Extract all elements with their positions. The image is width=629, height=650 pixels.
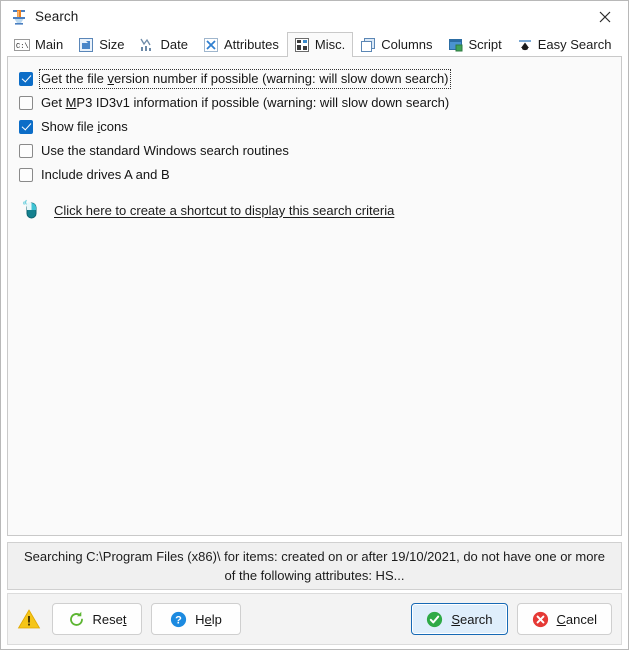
help-button-label: Help <box>195 611 222 627</box>
checkbox-row-file-version[interactable]: Get the file version number if possible … <box>18 67 611 91</box>
checkbox-row-standard-windows-search[interactable]: Use the standard Windows search routines <box>18 139 611 163</box>
tab-columns[interactable]: Columns <box>353 32 440 56</box>
cancel-button-label: Cancel <box>556 611 597 627</box>
size-icon <box>78 37 94 53</box>
svg-text:C:\: C:\ <box>16 43 29 51</box>
question-icon: ? <box>170 611 187 628</box>
tab-size[interactable]: Size <box>71 32 132 56</box>
script-icon <box>448 37 464 53</box>
checkbox-label-standard-windows-search: Use the standard Windows search routines <box>41 143 289 158</box>
cancel-circle-icon <box>532 611 549 628</box>
status-bar: Searching C:\Program Files (x86)\ for it… <box>7 542 622 590</box>
cancel-button[interactable]: Cancel <box>516 603 612 635</box>
tab-misc[interactable]: Misc. <box>286 32 354 57</box>
mouse-click-icon <box>20 199 42 221</box>
reset-button[interactable]: Reset <box>52 603 142 635</box>
console-icon: C:\ <box>14 37 30 53</box>
footer-bar: Reset ? Help Search Cancel <box>7 593 622 645</box>
refresh-icon <box>68 611 85 628</box>
svg-text:?: ? <box>175 614 182 626</box>
tab-label: Columns <box>381 37 433 52</box>
checkbox-include-drives-ab[interactable] <box>19 168 33 182</box>
misc-icon <box>294 37 310 53</box>
search-dialog-window: Search C:\ Main Size Date Attributes Mis… <box>0 0 629 650</box>
checkbox-row-show-file-icons[interactable]: Show file icons <box>18 115 611 139</box>
tab-label: Main <box>35 37 64 52</box>
checkbox-mp3-id3v1[interactable] <box>19 96 33 110</box>
tab-label: Misc. <box>314 37 346 52</box>
checkbox-file-version[interactable] <box>19 72 33 86</box>
tab-strip: C:\ Main Size Date Attributes Misc. Colu… <box>1 32 628 57</box>
create-shortcut-link[interactable]: Click here to create a shortcut to displ… <box>54 203 394 218</box>
tab-attributes[interactable]: Attributes <box>196 32 287 56</box>
tab-label: Size <box>99 37 125 52</box>
checkbox-label-show-file-icons: Show file icons <box>41 119 128 134</box>
search-button-label: Search <box>451 611 493 627</box>
close-icon[interactable] <box>582 1 628 32</box>
checkbox-label-mp3-id3v1: Get MP3 ID3v1 information if possible (w… <box>41 95 450 110</box>
window-title: Search <box>35 9 79 24</box>
title-bar: Search <box>1 1 628 32</box>
tab-script[interactable]: Script <box>441 32 510 56</box>
tab-label: Date <box>160 37 188 52</box>
date-chart-icon <box>139 37 155 53</box>
status-text: Searching C:\Program Files (x86)\ for it… <box>24 549 605 583</box>
search-app-icon <box>10 8 28 26</box>
easy-search-icon <box>517 37 533 53</box>
checkbox-row-include-drives-ab[interactable]: Include drives A and B <box>18 163 611 187</box>
misc-options-panel: Get the file version number if possible … <box>7 56 622 536</box>
warning-triangle-icon <box>17 607 41 631</box>
search-button[interactable]: Search <box>411 603 508 635</box>
columns-icon <box>360 37 376 53</box>
tab-date[interactable]: Date <box>132 32 195 56</box>
checkbox-standard-windows-search[interactable] <box>19 144 33 158</box>
checkbox-label-file-version: Get the file version number if possible … <box>41 71 449 86</box>
checkbox-row-mp3-id3v1[interactable]: Get MP3 ID3v1 information if possible (w… <box>18 91 611 115</box>
checkbox-show-file-icons[interactable] <box>19 120 33 134</box>
create-shortcut-row[interactable]: Click here to create a shortcut to displ… <box>18 197 611 223</box>
help-button[interactable]: ? Help <box>151 603 241 635</box>
tab-label: Easy Search <box>537 37 612 52</box>
reset-button-label: Reset <box>92 611 127 627</box>
checkbox-label-include-drives-ab: Include drives A and B <box>41 167 170 182</box>
tab-label: Attributes <box>223 37 279 52</box>
check-circle-icon <box>426 611 443 628</box>
tab-main[interactable]: C:\ Main <box>7 32 71 56</box>
attributes-icon <box>203 37 219 53</box>
tab-label: Script <box>468 37 502 52</box>
tab-easy-search[interactable]: Easy Search <box>510 32 620 56</box>
